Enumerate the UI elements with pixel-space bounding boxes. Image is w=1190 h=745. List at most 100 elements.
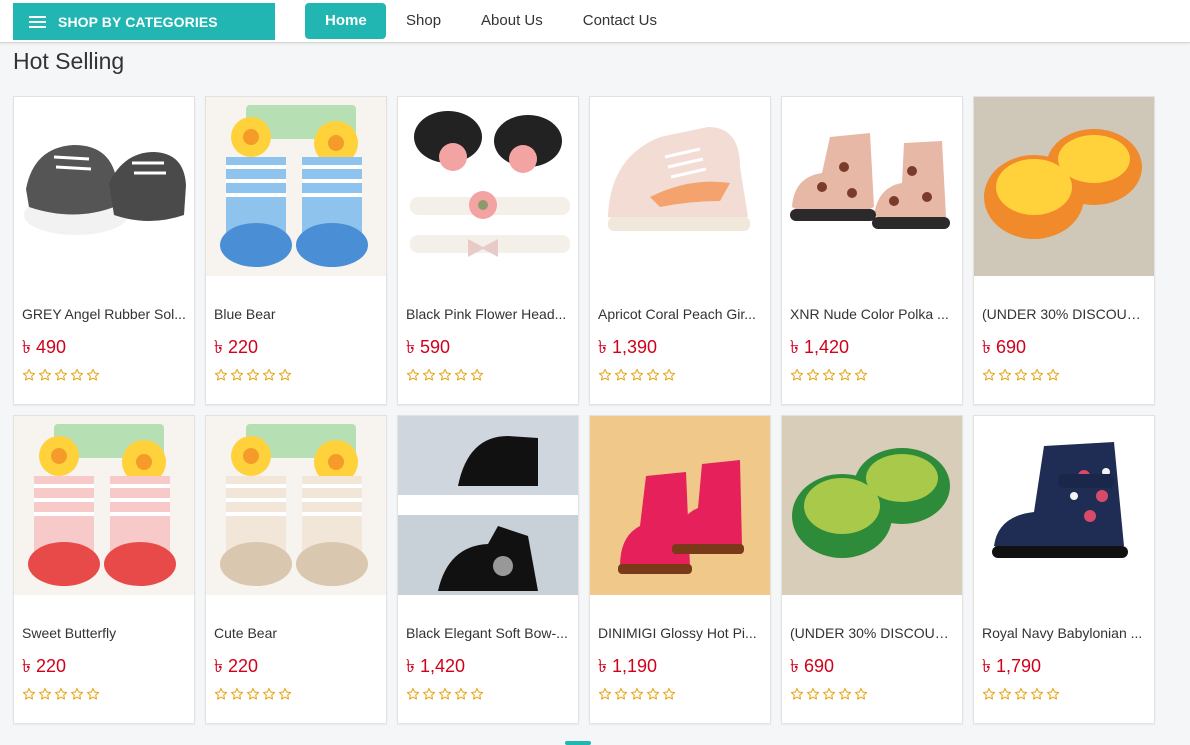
star-outline-icon [806, 687, 820, 700]
star-outline-icon [406, 687, 420, 700]
rating-stars [598, 687, 762, 701]
star-outline-icon [1046, 687, 1060, 700]
star-outline-icon [278, 368, 292, 381]
product-price: ৳ 1,390 [598, 337, 658, 357]
product-card[interactable]: Blue Bear ৳ 220 [205, 96, 387, 405]
star-outline-icon [214, 687, 228, 700]
product-card[interactable]: XNR Nude Color Polka ... ৳ 1,420 [781, 96, 963, 405]
product-card[interactable]: Black Pink Flower Head... ৳ 590 [397, 96, 579, 405]
star-outline-icon [54, 368, 68, 381]
product-image[interactable] [14, 416, 194, 595]
product-name[interactable]: Black Pink Flower Head... [406, 306, 570, 323]
product-card[interactable]: Sweet Butterfly ৳ 220 [13, 415, 195, 724]
product-price: ৳ 220 [214, 337, 258, 357]
star-outline-icon [630, 368, 644, 381]
product-grid: GREY Angel Rubber Sol... ৳ 490 Blue Bear ৳… [13, 96, 1155, 724]
product-image[interactable] [590, 416, 770, 595]
rating-stars [982, 687, 1146, 701]
product-name[interactable]: (UNDER 30% DISCOUN... [790, 625, 954, 642]
nav-shop-link[interactable]: Shop [386, 3, 461, 39]
product-name[interactable]: Apricot Coral Peach Gir... [598, 306, 762, 323]
star-outline-icon [806, 368, 820, 381]
product-image[interactable] [398, 416, 578, 595]
star-outline-icon [262, 368, 276, 381]
rating-stars [406, 368, 570, 382]
product-name[interactable]: Royal Navy Babylonian ... [982, 625, 1146, 642]
shop-by-categories-button[interactable]: SHOP BY CATEGORIES [13, 3, 275, 40]
product-price: ৳ 590 [406, 337, 450, 357]
star-outline-icon [406, 368, 420, 381]
product-name[interactable]: DINIMIGI Glossy Hot Pi... [598, 625, 762, 642]
nav-contact-link[interactable]: Contact Us [563, 3, 677, 39]
product-image[interactable] [782, 416, 962, 595]
star-outline-icon [86, 687, 100, 700]
product-image[interactable] [590, 97, 770, 276]
star-outline-icon [838, 368, 852, 381]
product-name[interactable]: Black Elegant Soft Bow-... [406, 625, 570, 642]
product-image[interactable] [974, 416, 1154, 595]
product-price: ৳ 1,420 [406, 656, 466, 676]
star-outline-icon [662, 368, 676, 381]
rating-stars [214, 687, 378, 701]
product-card[interactable]: Cute Bear ৳ 220 [205, 415, 387, 724]
star-outline-icon [422, 687, 436, 700]
product-card[interactable]: GREY Angel Rubber Sol... ৳ 490 [13, 96, 195, 405]
product-image[interactable] [206, 97, 386, 276]
product-name[interactable]: GREY Angel Rubber Sol... [22, 306, 186, 323]
star-outline-icon [246, 687, 260, 700]
star-outline-icon [70, 687, 84, 700]
star-outline-icon [38, 368, 52, 381]
star-outline-icon [1014, 687, 1028, 700]
product-price: ৳ 490 [22, 337, 66, 357]
star-outline-icon [54, 687, 68, 700]
shop-by-categories-label: SHOP BY CATEGORIES [58, 13, 218, 30]
star-outline-icon [470, 368, 484, 381]
star-outline-icon [646, 368, 660, 381]
top-navigation-bar: SHOP BY CATEGORIES Home Shop About Us Co… [0, 0, 1190, 43]
product-price: ৳ 1,420 [790, 337, 850, 357]
product-card[interactable]: Royal Navy Babylonian ... ৳ 1,790 [973, 415, 1155, 724]
product-name[interactable]: Blue Bear [214, 306, 378, 323]
star-outline-icon [454, 687, 468, 700]
product-card[interactable]: Apricot Coral Peach Gir... ৳ 1,390 [589, 96, 771, 405]
rating-stars [22, 368, 186, 382]
product-price: ৳ 220 [214, 656, 258, 676]
product-card[interactable]: (UNDER 30% DISCOUN... ৳ 690 [973, 96, 1155, 405]
carousel-indicator[interactable] [565, 741, 591, 745]
star-outline-icon [70, 368, 84, 381]
product-card[interactable]: DINIMIGI Glossy Hot Pi... ৳ 1,190 [589, 415, 771, 724]
star-outline-icon [662, 687, 676, 700]
nav-home-link[interactable]: Home [305, 3, 386, 39]
product-image[interactable] [206, 416, 386, 595]
product-card[interactable]: (UNDER 30% DISCOUN... ৳ 690 [781, 415, 963, 724]
star-outline-icon [822, 368, 836, 381]
product-price: ৳ 1,790 [982, 656, 1042, 676]
star-outline-icon [1030, 368, 1044, 381]
rating-stars [598, 368, 762, 382]
rating-stars [22, 687, 186, 701]
star-outline-icon [1046, 368, 1060, 381]
menu-icon [29, 15, 46, 28]
star-outline-icon [230, 368, 244, 381]
star-outline-icon [214, 368, 228, 381]
product-name[interactable]: Sweet Butterfly [22, 625, 186, 642]
star-outline-icon [422, 368, 436, 381]
nav-about-link[interactable]: About Us [461, 3, 563, 39]
star-outline-icon [854, 687, 868, 700]
star-outline-icon [22, 687, 36, 700]
product-name[interactable]: Cute Bear [214, 625, 378, 642]
star-outline-icon [230, 687, 244, 700]
product-image[interactable] [974, 97, 1154, 276]
product-name[interactable]: XNR Nude Color Polka ... [790, 306, 954, 323]
star-outline-icon [854, 368, 868, 381]
star-outline-icon [86, 368, 100, 381]
star-outline-icon [278, 687, 292, 700]
star-outline-icon [982, 687, 996, 700]
product-image[interactable] [782, 97, 962, 276]
product-card[interactable]: Black Elegant Soft Bow-... ৳ 1,420 [397, 415, 579, 724]
product-price: ৳ 220 [22, 656, 66, 676]
star-outline-icon [630, 687, 644, 700]
product-image[interactable] [398, 97, 578, 276]
product-image[interactable] [14, 97, 194, 276]
product-name[interactable]: (UNDER 30% DISCOUN... [982, 306, 1146, 323]
